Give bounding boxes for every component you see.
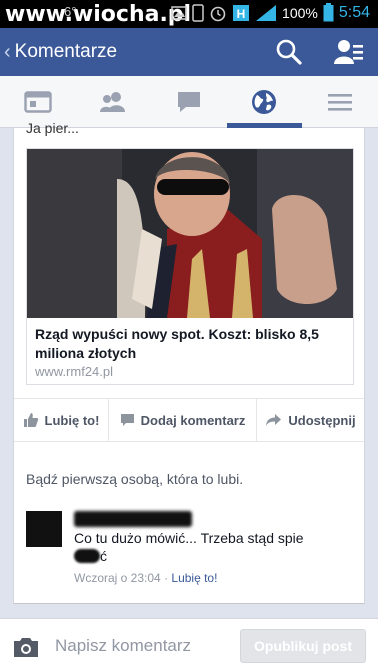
comment-text: Co tu dużo mówić... Trzeba stąd spie ć <box>74 529 304 565</box>
publish-button[interactable]: Opublikuj post <box>240 629 366 663</box>
link-preview-image[interactable] <box>27 149 353 318</box>
alarm-icon <box>210 6 226 21</box>
comment-text-start: Co tu dużo mówić... Trzeba stąd spie <box>74 530 304 546</box>
comment-time: Wczoraj o 23:04 <box>74 571 161 585</box>
commenter-avatar[interactable] <box>26 511 62 547</box>
like-label: Lubię to! <box>44 412 100 428</box>
commenter-name-redacted[interactable] <box>74 511 192 527</box>
comment-composer: Opublikuj post <box>0 618 378 672</box>
globe-icon <box>252 90 276 114</box>
hplus-icon: H <box>233 4 250 21</box>
clock: 5:54 <box>338 3 370 21</box>
temperature: 6° <box>64 4 77 19</box>
link-title[interactable]: Rząd wypuści nowy spot. Koszt: blisko 8,… <box>35 325 345 363</box>
back-chevron-icon[interactable]: ‹ <box>4 41 11 64</box>
thumbs-up-icon <box>23 413 38 427</box>
like-button[interactable]: Lubię to! <box>14 399 109 441</box>
search-icon[interactable] <box>276 39 302 65</box>
camera-icon[interactable] <box>12 636 40 658</box>
comment-text-end: ć <box>100 548 107 564</box>
link-domain: www.rmf24.pl <box>35 364 114 379</box>
add-comment-label: Dodaj komentarz <box>140 412 246 428</box>
post-card: Ja pier... Rząd wypuści nowy spot. Koszt… <box>13 120 365 604</box>
first-like-prompt: Bądź pierwszą osobą, która to lubi. <box>26 471 244 487</box>
share-button[interactable]: Udostępnij <box>257 399 364 441</box>
news-feed-icon <box>24 91 52 113</box>
tab-messages[interactable] <box>159 76 219 128</box>
menu-icon <box>328 94 352 111</box>
back-button[interactable]: Komentarze <box>15 41 117 63</box>
svg-text:H: H <box>237 7 246 21</box>
meta-separator: · <box>164 571 169 585</box>
battery-percent: 100% <box>282 4 318 21</box>
app-header: ‹ Komentarze <box>0 28 378 76</box>
post-text: Ja pier... <box>26 120 79 136</box>
link-preview[interactable]: Rząd wypuści nowy spot. Koszt: blisko 8,… <box>26 148 354 385</box>
signal-icon <box>256 4 277 21</box>
battery-icon <box>323 3 334 22</box>
tab-friends[interactable] <box>83 76 143 128</box>
comment-input[interactable] <box>55 629 225 663</box>
share-label: Udostępnij <box>288 412 356 428</box>
friends-icon <box>100 92 125 112</box>
comment-like-link[interactable]: Lubię to! <box>171 571 217 585</box>
friend-requests-icon[interactable] <box>334 39 364 65</box>
status-icons: H 100% 5:54 <box>171 3 370 22</box>
comment-icon <box>120 414 134 426</box>
comment-meta: Wczoraj o 23:04 · Lubię to! <box>74 571 217 585</box>
tab-notifications[interactable] <box>234 76 294 128</box>
status-bar: www.wiocha.pl 6° H 100% 5:54 <box>0 0 378 28</box>
phone-icon <box>192 3 204 22</box>
post-actions: Lubię to! Dodaj komentarz Udostępnij <box>14 398 364 442</box>
add-comment-button[interactable]: Dodaj komentarz <box>109 399 257 441</box>
watermark: www.wiocha.pl <box>5 2 192 27</box>
share-icon <box>266 414 282 426</box>
messages-icon <box>178 92 200 112</box>
tab-menu[interactable] <box>310 76 370 128</box>
censor-blot <box>74 549 100 563</box>
image-icon <box>171 5 187 20</box>
